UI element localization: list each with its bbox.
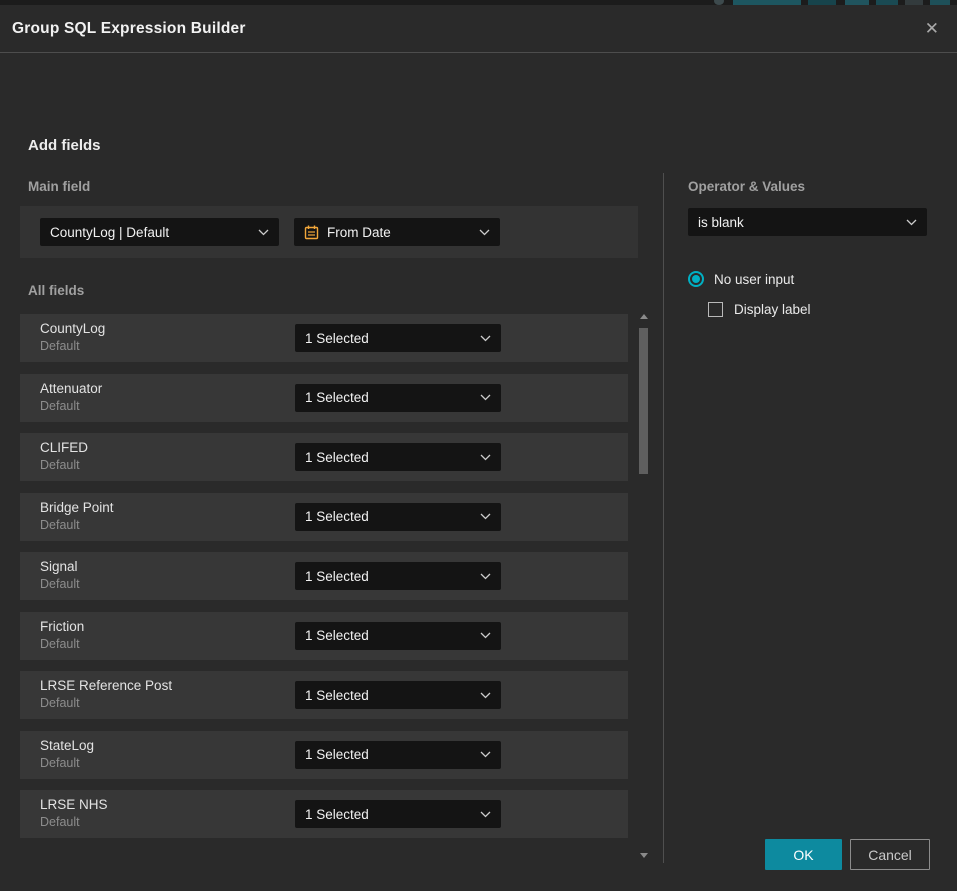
chevron-down-icon [480, 811, 491, 818]
no-user-input-radio[interactable]: No user input [688, 271, 794, 287]
chevron-down-icon [480, 513, 491, 520]
row-selected-dropdown-label: 1 Selected [305, 807, 472, 822]
display-label-checkbox-row[interactable]: Display label [708, 302, 811, 317]
all-fields-label: All fields [28, 283, 84, 298]
close-icon[interactable]: ✕ [921, 16, 943, 41]
row-selected-dropdown[interactable]: 1 Selected [295, 443, 501, 471]
chevron-down-icon [258, 229, 269, 236]
field-row: LRSE NHS Default 1 Selected [20, 790, 628, 838]
chevron-down-icon [906, 219, 917, 226]
cancel-button[interactable]: Cancel [850, 839, 930, 870]
row-selected-dropdown[interactable]: 1 Selected [295, 681, 501, 709]
group-sql-expression-builder-dialog: Group SQL Expression Builder ✕ Add field… [0, 5, 957, 891]
row-selected-dropdown-label: 1 Selected [305, 747, 472, 762]
scrollbar-thumb[interactable] [639, 328, 648, 474]
scroll-up-icon[interactable] [640, 314, 648, 319]
main-field-box: CountyLog | Default From Date [20, 206, 638, 258]
dialog-header: Group SQL Expression Builder ✕ [0, 5, 957, 53]
field-row: Signal Default 1 Selected [20, 552, 628, 600]
chevron-down-icon [479, 229, 490, 236]
operator-values-title: Operator & Values [688, 179, 805, 194]
field-row: CLIFED Default 1 Selected [20, 433, 628, 481]
display-label-text: Display label [734, 302, 811, 317]
chevron-down-icon [480, 573, 491, 580]
calendar-date-icon [304, 225, 319, 240]
row-selected-dropdown[interactable]: 1 Selected [295, 741, 501, 769]
operator-select-value: is blank [698, 215, 898, 230]
chevron-down-icon [480, 335, 491, 342]
row-selected-dropdown-label: 1 Selected [305, 450, 472, 465]
panel-divider [663, 173, 664, 863]
main-field-select[interactable]: From Date [294, 218, 500, 246]
ok-button[interactable]: OK [765, 839, 842, 870]
field-row: Bridge Point Default 1 Selected [20, 493, 628, 541]
row-selected-dropdown-label: 1 Selected [305, 509, 472, 524]
row-selected-dropdown-label: 1 Selected [305, 390, 472, 405]
add-fields-heading: Add fields [28, 137, 101, 154]
field-row: CountyLog Default 1 Selected [20, 314, 628, 362]
row-selected-dropdown[interactable]: 1 Selected [295, 622, 501, 650]
row-selected-dropdown-label: 1 Selected [305, 569, 472, 584]
row-selected-dropdown-label: 1 Selected [305, 688, 472, 703]
main-layer-select-value: CountyLog | Default [50, 225, 250, 240]
list-scrollbar[interactable] [639, 310, 649, 860]
row-selected-dropdown[interactable]: 1 Selected [295, 562, 501, 590]
row-selected-dropdown[interactable]: 1 Selected [295, 384, 501, 412]
row-selected-dropdown[interactable]: 1 Selected [295, 324, 501, 352]
field-row: StateLog Default 1 Selected [20, 731, 628, 779]
radio-selected-icon[interactable] [688, 271, 704, 287]
main-layer-select[interactable]: CountyLog | Default [40, 218, 279, 246]
main-field-select-value: From Date [327, 225, 463, 240]
dialog-footer: OK Cancel [765, 839, 930, 870]
field-row: LRSE Reference Post Default 1 Selected [20, 671, 628, 719]
main-field-label: Main field [28, 179, 90, 194]
scroll-down-icon[interactable] [640, 853, 648, 858]
operator-select[interactable]: is blank [688, 208, 927, 236]
dialog-title: Group SQL Expression Builder [12, 20, 246, 38]
row-selected-dropdown[interactable]: 1 Selected [295, 800, 501, 828]
checkbox-unchecked-icon[interactable] [708, 302, 723, 317]
chevron-down-icon [480, 454, 491, 461]
dialog-body: Add fields Main field CountyLog | Defaul… [0, 53, 957, 843]
field-row: Attenuator Default 1 Selected [20, 374, 628, 422]
chevron-down-icon [480, 692, 491, 699]
row-selected-dropdown-label: 1 Selected [305, 628, 472, 643]
chevron-down-icon [480, 632, 491, 639]
row-selected-dropdown[interactable]: 1 Selected [295, 503, 501, 531]
field-row: Friction Default 1 Selected [20, 612, 628, 660]
no-user-input-label: No user input [714, 272, 794, 287]
row-selected-dropdown-label: 1 Selected [305, 331, 472, 346]
chevron-down-icon [480, 394, 491, 401]
all-fields-list: CountyLog Default 1 Selected Attenuator … [20, 314, 628, 850]
chevron-down-icon [480, 751, 491, 758]
